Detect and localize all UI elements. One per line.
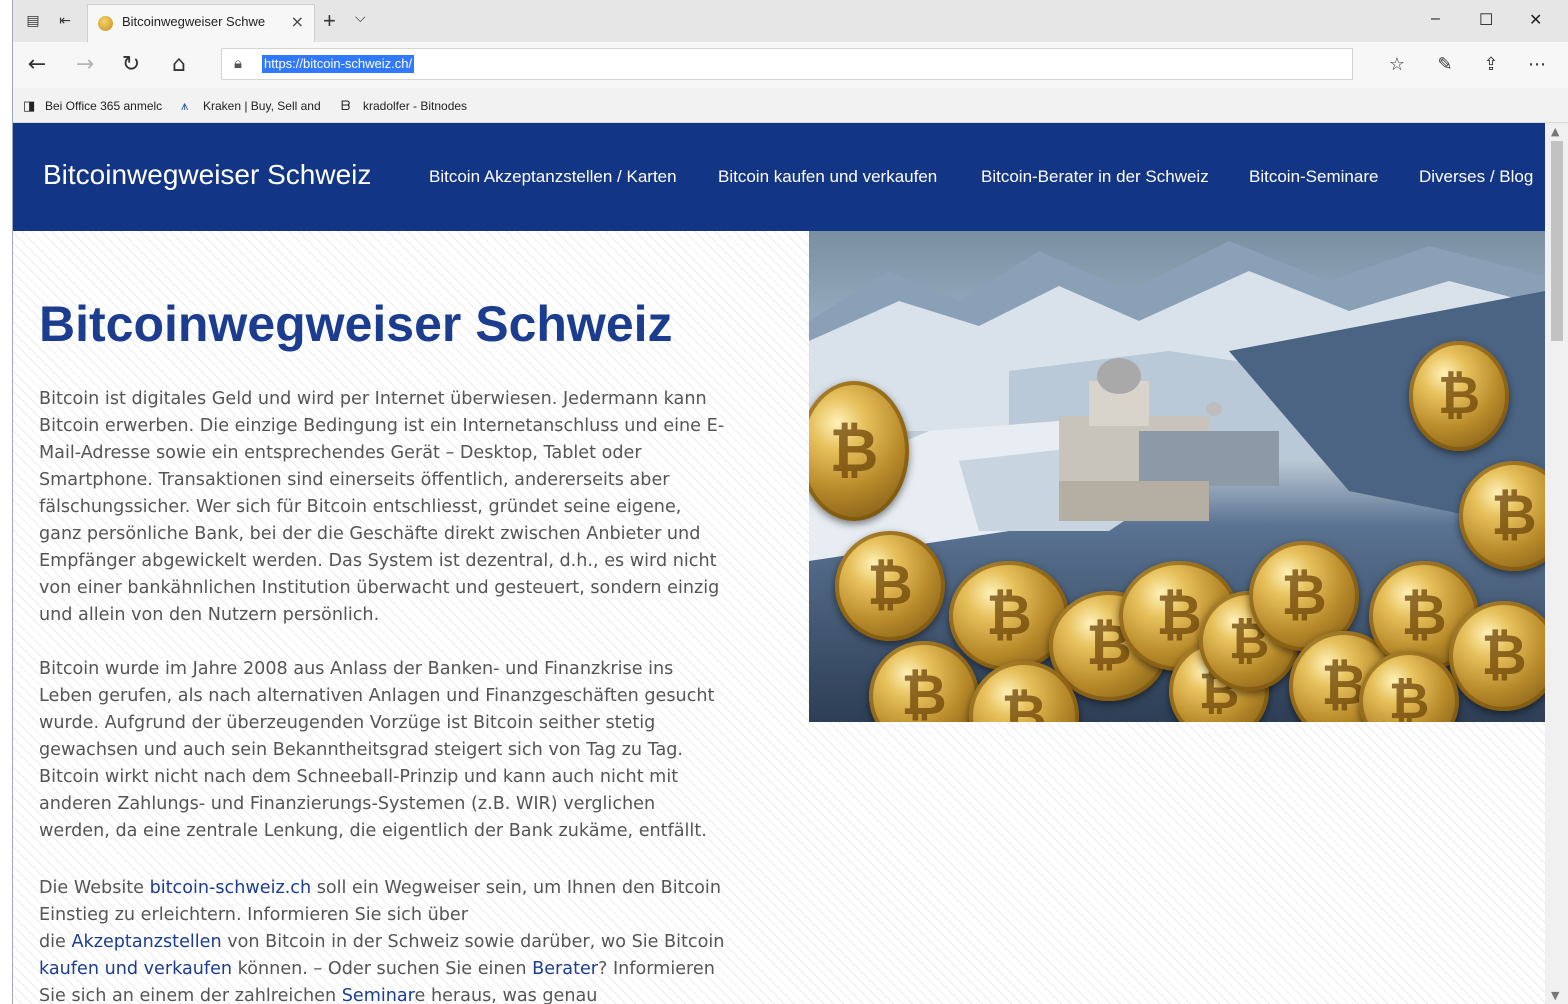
favorite-bitnodes[interactable]: ᗷ kradolfer - Bitnodes [341, 98, 467, 114]
nav-kaufen-verkaufen[interactable]: Bitcoin kaufen und verkaufen [718, 167, 937, 187]
link-akzeptanzstellen[interactable]: Akzeptanzstellen [71, 932, 221, 952]
scrollbar-thumb[interactable] [1551, 141, 1563, 341]
link-bitcoin-schweiz[interactable]: bitcoin-schweiz.ch [150, 878, 312, 898]
tab-preview-icon[interactable]: ▤ [23, 11, 43, 31]
scroll-up-icon[interactable]: ▲ [1551, 125, 1559, 138]
tab-list-chevron-icon[interactable]: ⌵ [355, 10, 366, 26]
tab-close-icon[interactable]: × [291, 12, 304, 31]
page-title: Bitcoinwegweiser Schweiz [39, 296, 673, 352]
favorites-bar: ◨ Bei Office 365 anmelc ⩚ Kraken | Buy, Se… [13, 88, 1568, 123]
share-icon[interactable]: ⇪ [1477, 51, 1505, 79]
para3-text: Die Website [39, 878, 150, 898]
address-url[interactable]: https://bitcoin-schweiz.ch/ [262, 55, 415, 73]
more-options-icon[interactable]: ⋯ [1523, 51, 1551, 79]
kraken-icon: ⩚ [181, 98, 189, 113]
refresh-icon[interactable]: ↻ [117, 51, 145, 79]
forward-arrow-icon[interactable]: → [71, 51, 99, 79]
back-arrow-icon[interactable]: ← [23, 51, 51, 79]
set-tabs-aside-icon[interactable]: ⇤ [55, 11, 75, 31]
maximize-button[interactable]: ☐ [1479, 10, 1493, 30]
hero-image: ₿ ₿ ₿ ₿ ₿ ₿ ₿ ₿ ₿ ₿ ₿ ₿ ₿ ₿ ₿ ₿ [809, 231, 1545, 722]
vertical-scrollbar[interactable]: ▲ ▼ [1545, 123, 1568, 1004]
tab-strip: ▤ ⇤ Bitcoinwegweiser Schwe × + ⌵ – ☐ ✕ [13, 0, 1568, 42]
link-berater[interactable]: Berater [532, 959, 598, 979]
web-page: Bitcoinwegweiser Schweiz Bitcoin Akzepta… [13, 123, 1545, 1004]
tab-active[interactable]: Bitcoinwegweiser Schwe × [87, 4, 315, 42]
favorite-office[interactable]: ◨ Bei Office 365 anmelc [23, 98, 162, 114]
favorites-icon[interactable]: ☆ [1383, 51, 1411, 79]
intro-paragraph-3: Die Website bitcoin-schweiz.ch soll ein … [39, 875, 729, 1004]
new-tab-button[interactable]: + [323, 8, 336, 34]
para3-text: können. – Oder suchen Sie einen [232, 959, 533, 979]
browser-window: ▤ ⇤ Bitcoinwegweiser Schwe × + ⌵ – ☐ ✕ ←… [12, 0, 1568, 1004]
minimize-button[interactable]: – [1431, 10, 1440, 28]
intro-paragraph-2: Bitcoin wurde im Jahre 2008 aus Anlass d… [39, 659, 715, 841]
bitcoin-favicon-icon [98, 16, 113, 31]
bitnodes-icon: ᗷ [341, 98, 351, 113]
site-brand[interactable]: Bitcoinwegweiser Schweiz [43, 159, 371, 191]
home-icon[interactable]: ⌂ [165, 51, 193, 79]
favorite-label: kradolfer - Bitnodes [363, 99, 468, 113]
para3-text: e heraus, was genau [414, 986, 598, 1004]
site-header: Bitcoinwegweiser Schweiz Bitcoin Akzepta… [13, 123, 1545, 231]
tab-title: Bitcoinwegweiser Schwe [122, 14, 266, 29]
nav-seminare[interactable]: Bitcoin-Seminare [1249, 167, 1378, 187]
link-seminare[interactable]: Seminar [342, 986, 415, 1004]
address-bar[interactable]: 🔒︎ https://bitcoin-schweiz.ch/ [221, 48, 1353, 80]
para3-text: die [39, 932, 72, 952]
intro-paragraph-1: Bitcoin ist digitales Geld und wird per … [39, 389, 725, 625]
nav-berater[interactable]: Bitcoin-Berater in der Schweiz [981, 167, 1209, 187]
link-kaufen-verkaufen[interactable]: kaufen und verkaufen [39, 959, 232, 979]
scroll-down-icon[interactable]: ▼ [1551, 989, 1559, 1002]
nav-akzeptanzstellen[interactable]: Bitcoin Akzeptanzstellen / Karten [429, 167, 677, 187]
office-icon: ◨ [23, 98, 36, 113]
favorite-label: Bei Office 365 anmelc [45, 99, 163, 113]
lock-icon: 🔒︎ [234, 54, 242, 72]
web-note-pen-icon[interactable]: ✎ [1431, 51, 1459, 79]
favorite-label: Kraken | Buy, Sell and [203, 99, 321, 113]
navigation-bar: ← → ↻ ⌂ 🔒︎ https://bitcoin-schweiz.ch/ ☆… [13, 42, 1568, 88]
close-window-button[interactable]: ✕ [1529, 10, 1542, 30]
nav-diverses-blog[interactable]: Diverses / Blog [1419, 167, 1533, 187]
para3-text: von Bitcoin in der Schweiz sowie darüber… [221, 932, 725, 952]
favorite-kraken[interactable]: ⩚ Kraken | Buy, Sell and [181, 98, 321, 114]
